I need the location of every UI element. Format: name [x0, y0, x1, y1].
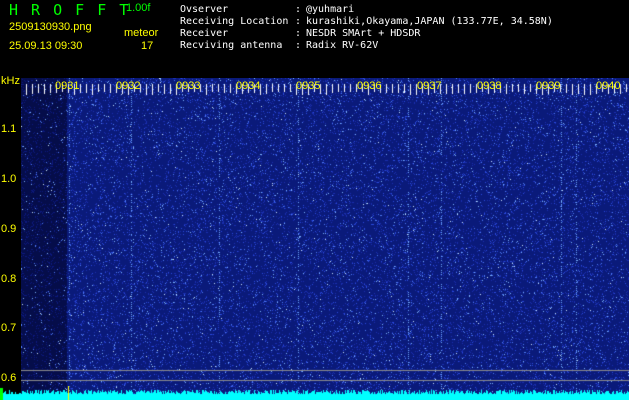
spectrogram [21, 78, 629, 400]
observer-key: Ovserver [180, 4, 229, 15]
time-label-0932: 0932 [116, 80, 141, 92]
freq-label-0-7: 0.7 [1, 322, 17, 334]
time-label-0931: 0931 [55, 80, 80, 92]
datetime-label: 25.09.13 09:30 [9, 40, 83, 52]
app-title: H R O F F T [9, 1, 131, 19]
observer-value: @yuhmari [306, 4, 355, 15]
receiver-colon: : [295, 28, 302, 39]
frequency-unit-label: kHz [1, 75, 20, 87]
time-label-0933: 0933 [176, 80, 201, 92]
filename-label: 2509130930.png [9, 21, 92, 33]
time-label-0939: 0939 [536, 80, 561, 92]
freq-label-0-6: 0.6 [1, 372, 17, 384]
freq-label-0-8: 0.8 [1, 273, 17, 285]
antenna-value: Radix RV-62V [306, 40, 379, 51]
freq-label-0-9: 0.9 [1, 223, 17, 235]
time-label-0940: 0940 [596, 80, 621, 92]
antenna-colon: : [295, 40, 302, 51]
hrofft-window: { "header": { "app_title": "H R O F F T"… [0, 0, 629, 400]
spectrogram-canvas [21, 78, 629, 400]
time-label-0934: 0934 [236, 80, 261, 92]
observer-colon: : [295, 4, 302, 15]
freq-label-1-0: 1.0 [1, 173, 17, 185]
time-label-0937: 0937 [417, 80, 442, 92]
location-value: kurashiki,Okayama,JAPAN (133.77E, 34.58N… [306, 16, 553, 27]
receiver-value: NESDR SMArt + HDSDR [306, 28, 421, 39]
time-label-0938: 0938 [477, 80, 502, 92]
location-key: Receiving Location [180, 16, 289, 27]
time-label-0935: 0935 [296, 80, 321, 92]
antenna-key: Recviving antenna [180, 40, 283, 51]
noise-level-trace [0, 386, 629, 400]
receiver-key: Receiver [180, 28, 229, 39]
meteor-count: 17 [141, 40, 154, 52]
location-colon: : [295, 16, 302, 27]
freq-label-1-1: 1.1 [1, 123, 17, 135]
time-label-0936: 0936 [357, 80, 382, 92]
meteor-label: meteor [124, 27, 159, 39]
version-label: 1.00f [126, 2, 151, 14]
